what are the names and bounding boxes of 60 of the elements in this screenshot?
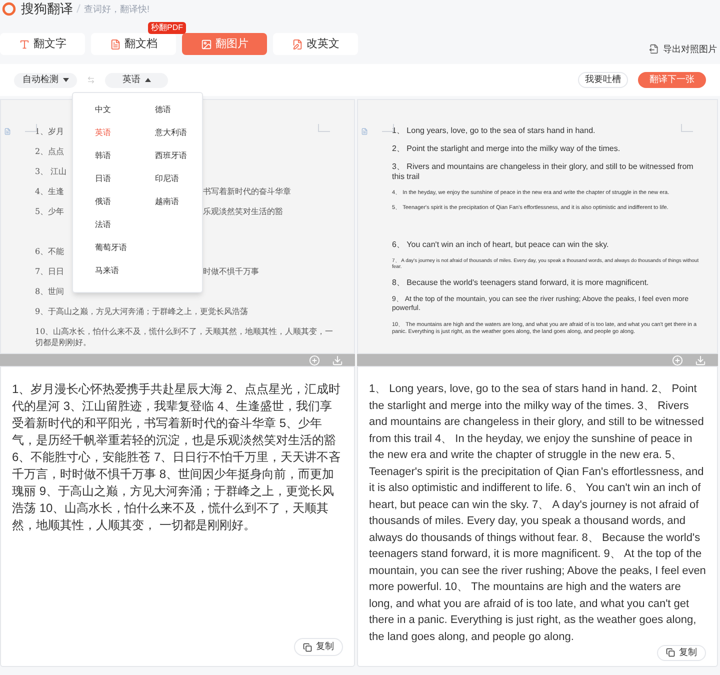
language-option[interactable]: 印尼语 bbox=[155, 171, 187, 186]
tab-icon bbox=[292, 38, 302, 50]
language-option[interactable]: 英语 bbox=[95, 125, 127, 140]
language-option[interactable]: 葡萄牙语 bbox=[95, 240, 127, 255]
logo-icon bbox=[2, 2, 16, 16]
copy-button[interactable]: 复制 bbox=[657, 645, 706, 660]
tab[interactable]: 翻文档 bbox=[91, 33, 176, 55]
tab-icon bbox=[110, 38, 120, 50]
copy-icon bbox=[666, 648, 675, 658]
download-icon[interactable] bbox=[695, 354, 706, 366]
language-option[interactable]: 韩语 bbox=[95, 148, 127, 163]
image-text-line: 3、 Rivers and mountains are changeless in their glory, and still to be witnessed from this trail bbox=[392, 162, 694, 182]
zoom-icon[interactable] bbox=[309, 354, 320, 366]
tab[interactable]: 翻文字 bbox=[0, 33, 85, 55]
language-option[interactable]: 俄语 bbox=[95, 194, 127, 209]
copy-icon bbox=[303, 642, 312, 652]
caret-icon bbox=[62, 78, 68, 82]
target-language-dropdown[interactable]: 英语 bbox=[105, 72, 168, 88]
language-option[interactable]: 马来语 bbox=[95, 263, 127, 278]
export-button[interactable]: 导出对照图片 bbox=[649, 42, 717, 56]
tab-icon bbox=[200, 38, 212, 50]
tab-icon bbox=[18, 38, 30, 50]
language-option[interactable]: 西班牙语 bbox=[155, 148, 187, 163]
image-text-line: 6、不能 bbox=[35, 246, 64, 257]
zoom-icon[interactable] bbox=[672, 354, 683, 366]
image-text-line: 书写着新时代的奋斗华章 bbox=[203, 186, 291, 197]
image-text-line: 9、于高山之巅，方见大河奔涌；于群峰之上，更觉长风浩荡 bbox=[35, 306, 248, 317]
document-icon bbox=[361, 128, 368, 135]
image-text-line: 3、 江山 bbox=[35, 166, 67, 177]
image-text-line: 10、山高水长，怕什么来不及，慌什么到不了，天顺其然，地顺其性，人顺其变，一切都是刚刚好。 bbox=[35, 326, 334, 348]
image-text-line: 7、日日 bbox=[35, 266, 66, 277]
image-text-line: 6、 You can't win an inch of heart, but peace can win the sky. bbox=[392, 240, 610, 250]
language-option[interactable]: 中文 bbox=[95, 102, 127, 117]
language-option[interactable]: 越南语 bbox=[155, 194, 187, 209]
image-text-line: 4、生逢 bbox=[35, 186, 66, 197]
copy-button[interactable]: 复制 bbox=[294, 638, 343, 656]
image-text-line: 时做不惧千万事 bbox=[203, 266, 259, 277]
image-text-line: 2、点点 bbox=[35, 146, 64, 157]
slogan: 查词好，翻译快! bbox=[84, 4, 150, 14]
language-option[interactable]: 法语 bbox=[95, 217, 127, 232]
document-icon bbox=[4, 128, 11, 135]
logo-text: 搜狗翻译 bbox=[21, 2, 73, 16]
language-option[interactable]: 意大利语 bbox=[155, 125, 187, 140]
language-option[interactable]: 日语 bbox=[95, 171, 127, 186]
image-text-line: 2、 Point the starlight and merge into the milky way of the times. bbox=[392, 144, 622, 154]
image-text-line: 8、世间 bbox=[35, 286, 64, 297]
image-text-line: 8、 Because the world's teenagers stand forward, it is more magnificent. bbox=[392, 278, 650, 288]
download-icon[interactable] bbox=[332, 354, 343, 366]
image-text-line: 乐观淡然笑对生活的豁 bbox=[203, 206, 283, 217]
tab[interactable]: 改英文 bbox=[273, 33, 358, 55]
caret-icon bbox=[144, 78, 150, 82]
swap-icon[interactable] bbox=[87, 76, 95, 84]
result-text: 1、岁月漫长心怀热爱携手共赴星辰大海 2、点点星光，汇成时代的星河 3、江山留胜迹，我辈复登临 4、生逢盛世，我们享受着新时代的和平阳光，书写着新时代的奋斗华章 5、少年气，是历经千帆举重若轻的沉淀，也是乐观淡然笑对生活的豁 6、不能胜寸心，安能胜苍 7、日日行不怕千万里，天天讲不吝千万言，时时做不惧千万事 8、世间因少年挺身向前，而更加瑰丽 9、于高山之巅，方见大河奔涌；于群峰之上，更觉长风浩荡 10、山高水长，怕什么来不及，慌什么到不了，天顺其然，地顺其性，人顺其变， 一切都是刚刚好。 bbox=[12, 381, 342, 534]
image-text-line: 5、少年 bbox=[35, 206, 66, 217]
language-option[interactable]: 德语 bbox=[155, 102, 187, 117]
feedback-button[interactable]: 我要吐槽 bbox=[578, 72, 628, 88]
source-language-dropdown[interactable]: 自动检测 bbox=[14, 72, 77, 88]
pdf-badge: 秒翻PDF bbox=[148, 22, 186, 34]
export-icon bbox=[649, 44, 659, 54]
result-text: 1、 Long years, love, go to the sea of stars hand in hand. 2、 Point the starlight and merge into the milky way of the times. 3、 Rivers and mountains are changeless in their glory, and still to be witnessed from this trail 4、 In the heyday, we enjoy the sunshine of peace in the new era and write the chapter of struggle in the new era. 5、 Teenager's spirit is the precipitation of Qian Fan's effortlessness, and it is also optimistic and indifferent to life. 6、 You can't win an inch of heart, but peace can win the sky. 7、 A day's journey is not afraid of thousands of miles. Every day, you speak a thousand words, and always do thousands of things without fear. 8、 Because the world's teenagers stand forward, it is more magnificent. 9、 At the top of the mountain, you can see the river rushing; Above the peaks, I feel even more powerful. 10、 The mountains are high and the waters are long, and what you are afraid of is too late, and what you can't get there in a panic. Everything is just right, as the weather goes along, the land goes along, and people go along. bbox=[369, 382, 706, 644]
